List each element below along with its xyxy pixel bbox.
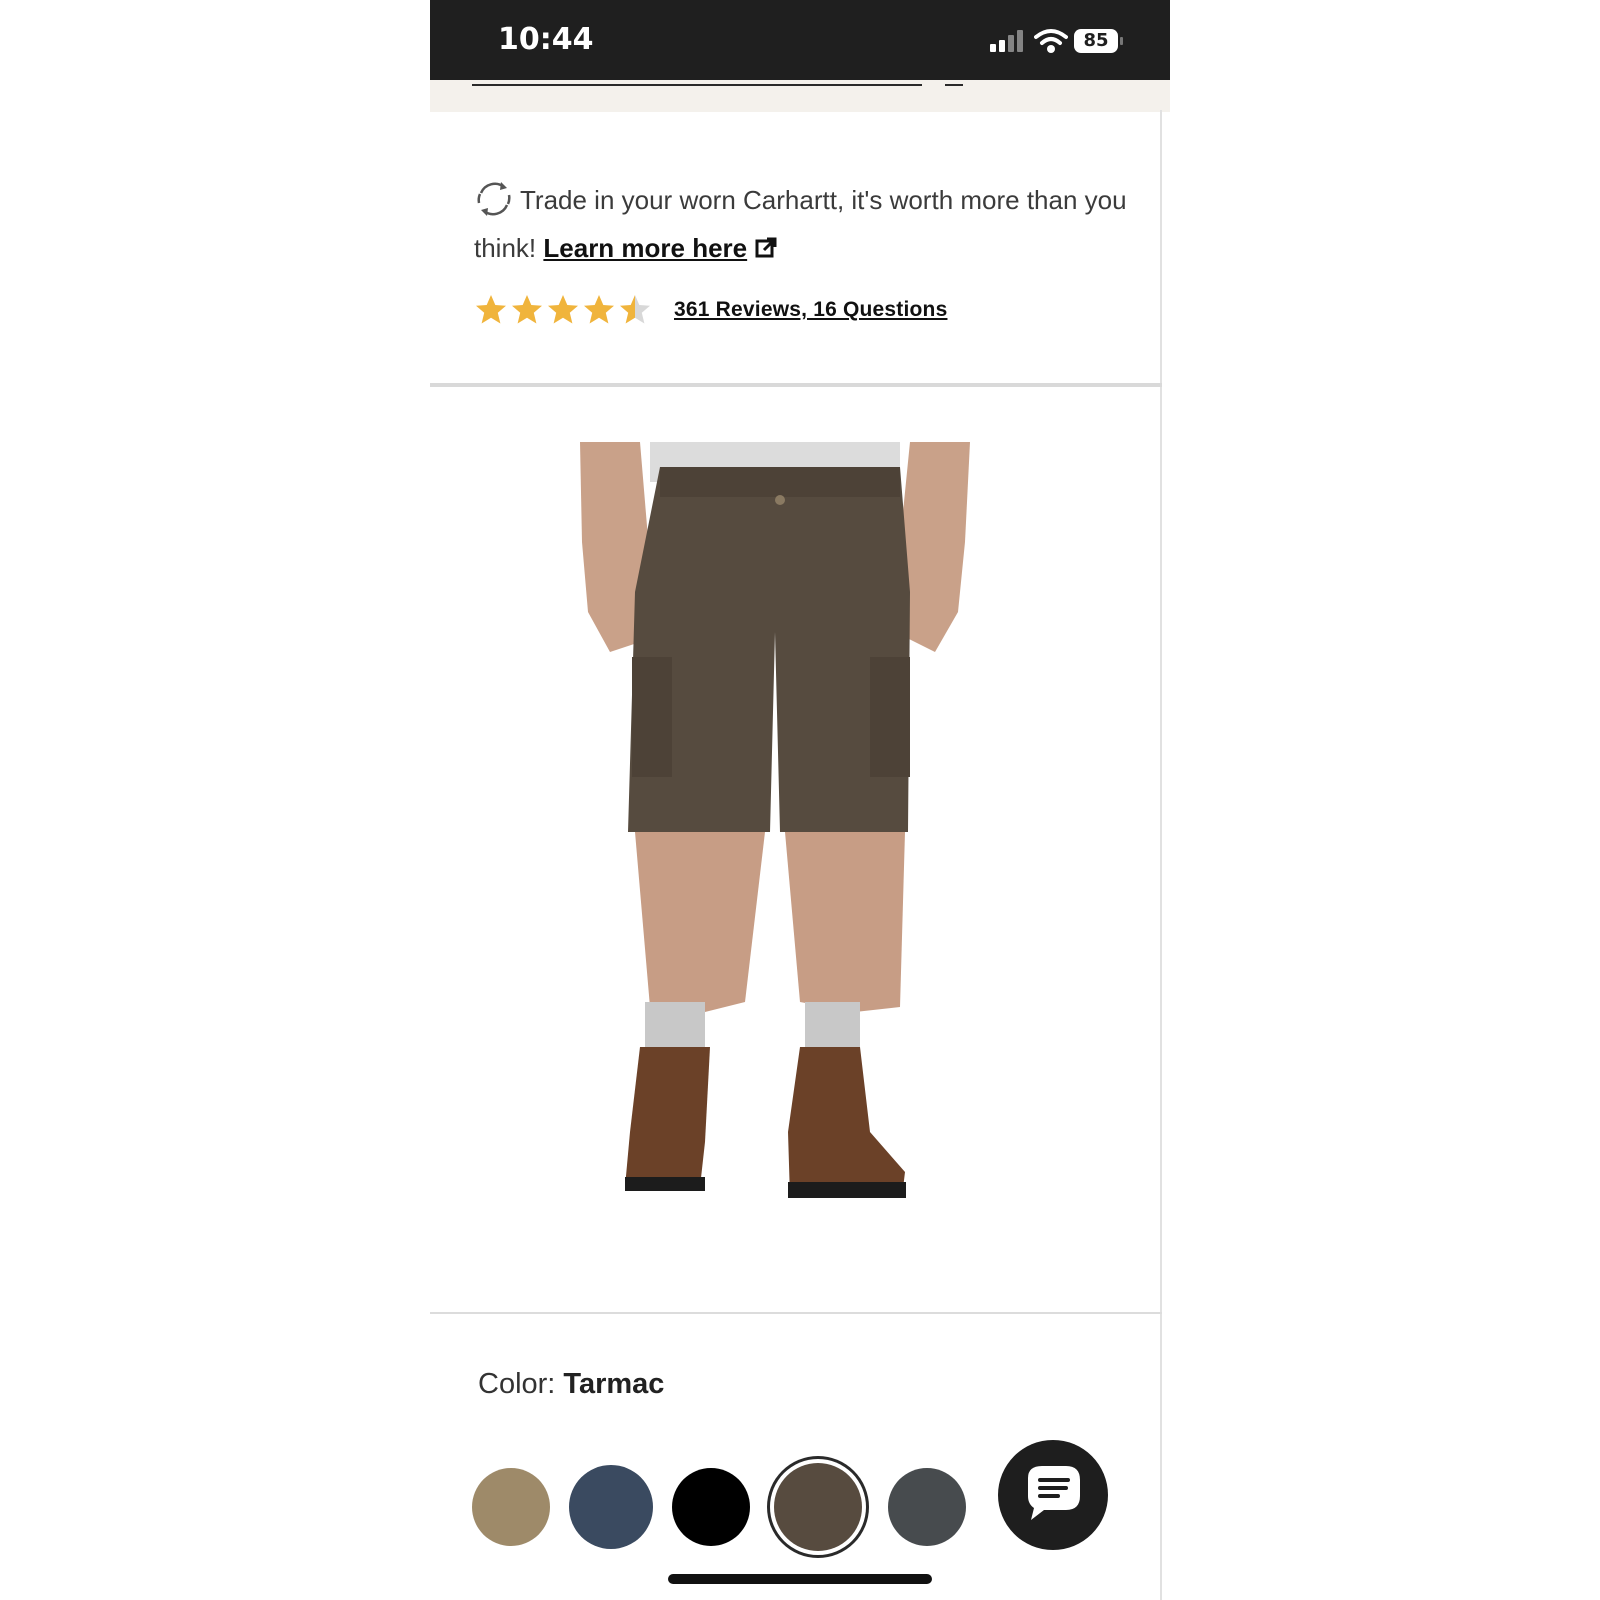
- star-icon: [584, 295, 614, 324]
- header-tick: [945, 84, 963, 86]
- header-strip: [430, 80, 1170, 112]
- external-link-icon[interactable]: [755, 237, 777, 259]
- star-icon: [512, 295, 542, 324]
- star-icon: [476, 295, 506, 324]
- product-image[interactable]: [580, 442, 970, 1252]
- color-swatch-tarmac[interactable]: [774, 1463, 862, 1551]
- recycle-icon: [477, 182, 511, 217]
- color-swatch-black[interactable]: [672, 1468, 750, 1546]
- product-image-gallery[interactable]: [430, 387, 1160, 1312]
- color-label-prefix: Color:: [478, 1368, 556, 1400]
- phone-screen: 10:44 85 Trade in your worn Carhartt, it…: [430, 0, 1170, 1600]
- star-icon: [548, 295, 578, 324]
- status-bar: 10:44 85: [430, 0, 1170, 80]
- battery-tip: [1120, 37, 1123, 45]
- chat-bubble-icon: [1028, 1466, 1080, 1520]
- cellular-signal-icon: [990, 30, 1026, 52]
- battery-icon: 85: [1074, 29, 1118, 53]
- star-icon: [620, 295, 650, 324]
- status-time: 10:44: [498, 22, 594, 57]
- header-underline: [472, 84, 922, 86]
- selected-color-name: Tarmac: [563, 1368, 665, 1400]
- star-rating[interactable]: [474, 293, 652, 327]
- color-label: Color: Tarmac: [478, 1368, 664, 1401]
- section-divider-bottom: [430, 1312, 1162, 1314]
- learn-more-link[interactable]: Learn more here: [543, 233, 747, 263]
- wifi-icon: [1034, 29, 1068, 53]
- color-swatch-gravel[interactable]: [888, 1468, 966, 1546]
- chat-button[interactable]: [998, 1440, 1108, 1550]
- reviews-questions-link[interactable]: 361 Reviews, 16 Questions: [674, 298, 947, 322]
- color-swatch-khaki[interactable]: [472, 1468, 550, 1546]
- color-swatch-navy[interactable]: [569, 1465, 653, 1549]
- trade-in-banner: Trade in your worn Carhartt, it's worth …: [474, 176, 1154, 272]
- content-edge-divider: [1160, 110, 1162, 1600]
- home-indicator: [668, 1574, 932, 1584]
- rating-row: 361 Reviews, 16 Questions: [474, 290, 947, 330]
